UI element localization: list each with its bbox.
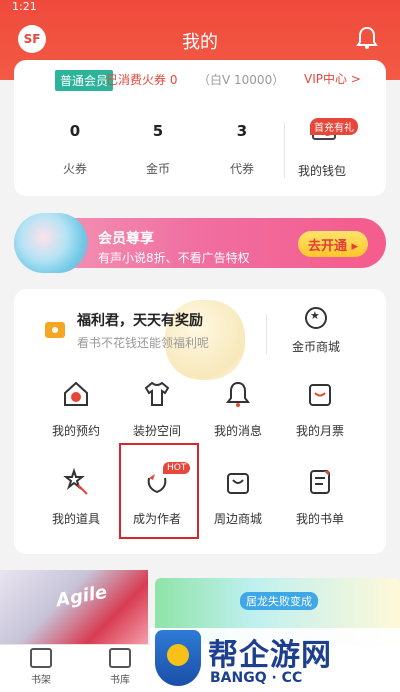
- watermark-domain: BANGQ · CC: [210, 670, 303, 686]
- grid-item-booklist[interactable]: 我的书单: [280, 468, 360, 527]
- bookshelf-icon: [30, 648, 52, 668]
- stat-value: 0: [69, 122, 81, 140]
- highlight-box: [119, 443, 199, 539]
- vip-mascot-image: [14, 213, 88, 273]
- grid-label: 装扮空间: [132, 424, 181, 438]
- grid-item-messages[interactable]: 我的消息: [198, 380, 278, 439]
- wallet-promo-tag: 首充有礼: [310, 118, 358, 135]
- hot-badge: HOT: [163, 462, 191, 474]
- grid-label: 我的预约: [51, 424, 100, 438]
- vip-banner-subtitle: 有声小说8折、不看广告特权: [98, 251, 250, 265]
- ticket-icon: [309, 384, 331, 406]
- coin-shop-label[interactable]: 金币商城: [292, 338, 340, 355]
- stat-jinbi[interactable]: 5 金币: [128, 122, 188, 177]
- grid-item-reservation[interactable]: 我的预约: [36, 380, 116, 439]
- divider: [284, 122, 285, 178]
- tab-label: 书库: [110, 675, 130, 686]
- grid-item-props[interactable]: 我的道具: [36, 467, 116, 527]
- list-icon: [310, 470, 330, 494]
- divider: [266, 314, 267, 354]
- grid-label: 我的消息: [213, 424, 262, 438]
- vip-banner-title: 会员尊享: [98, 231, 154, 247]
- grid-item-dressup[interactable]: 装扮空间: [117, 380, 197, 439]
- tab-library[interactable]: 书库: [95, 648, 145, 686]
- stat-value: 5: [152, 122, 164, 140]
- stat-value: 3: [236, 122, 248, 140]
- tab-label: 书架: [31, 675, 51, 686]
- coin-shop-icon[interactable]: [305, 307, 327, 329]
- library-icon: [109, 648, 131, 668]
- page-title: 我的: [182, 32, 218, 53]
- stat-label: 代券: [229, 162, 254, 176]
- promo-banner-left[interactable]: [0, 570, 148, 650]
- stat-huoquan[interactable]: 0 火券: [45, 122, 105, 177]
- welfare-subtitle: 看书不花钱还能领福利呢: [77, 336, 210, 350]
- grid-item-merch-shop[interactable]: 周边商城: [198, 468, 278, 527]
- bell-icon: [226, 381, 250, 407]
- promo-banner-right-text: 居龙失败变成: [240, 592, 318, 610]
- watermark-logo-icon: [155, 630, 201, 686]
- member-badge: 普通会员: [55, 70, 114, 91]
- grid-label: 我的月票: [295, 424, 344, 438]
- wand-icon: [63, 467, 88, 495]
- stat-label: 火券: [62, 162, 87, 176]
- stat-label: 金币: [145, 162, 170, 176]
- open-vip-button[interactable]: 去开通 ▸: [298, 231, 368, 257]
- stat-daiquan[interactable]: 3 代券: [212, 122, 272, 177]
- status-time: 1:21: [12, 0, 37, 13]
- bag-icon: [227, 473, 249, 494]
- grid-item-monthly-ticket[interactable]: 我的月票: [280, 380, 360, 439]
- home-clock-icon: [64, 381, 88, 406]
- watermark-text: 帮企游网: [208, 638, 332, 673]
- tab-bookshelf[interactable]: 书架: [16, 648, 66, 686]
- grid-label: 我的道具: [51, 512, 100, 526]
- welfare-title[interactable]: 福利君，天天有奖励: [77, 310, 203, 330]
- wallet-label[interactable]: 我的钱包: [298, 162, 346, 179]
- notification-bell-icon[interactable]: [356, 26, 378, 50]
- vip-center-link[interactable]: VIP中心 >: [304, 70, 361, 87]
- spent-text: 已消费火券 0: [106, 73, 178, 87]
- grid-label: 我的书单: [295, 512, 344, 526]
- white-threshold: （白V 10000）: [198, 73, 285, 87]
- gift-wallet-icon: [45, 322, 65, 338]
- grid-label: 周边商城: [213, 512, 262, 526]
- tshirt-icon: [144, 381, 170, 406]
